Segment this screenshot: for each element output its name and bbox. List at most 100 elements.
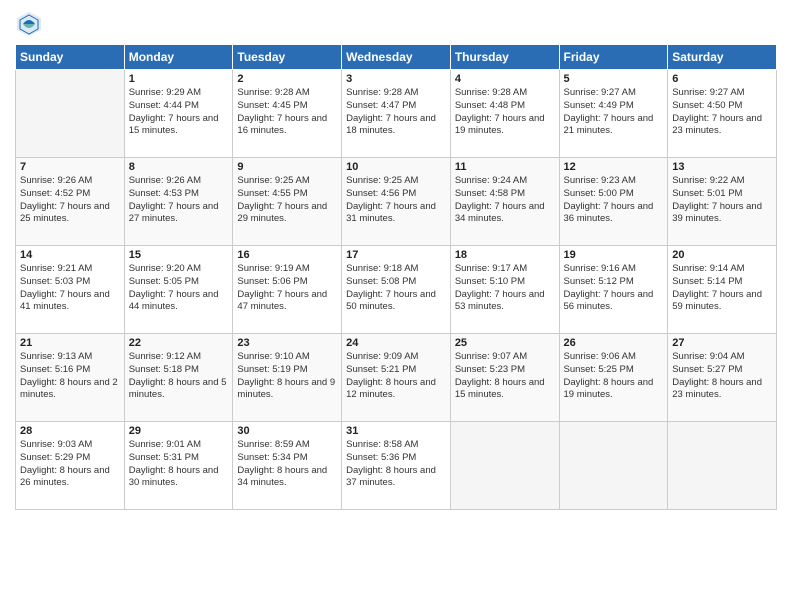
calendar-cell: 22 Sunrise: 9:12 AMSunset: 5:18 PMDaylig… <box>124 334 233 422</box>
calendar-cell <box>450 422 559 510</box>
calendar-cell: 31 Sunrise: 8:58 AMSunset: 5:36 PMDaylig… <box>342 422 451 510</box>
calendar-cell: 25 Sunrise: 9:07 AMSunset: 5:23 PMDaylig… <box>450 334 559 422</box>
day-info: Sunrise: 9:20 AMSunset: 5:05 PMDaylight:… <box>129 263 229 314</box>
calendar-cell: 24 Sunrise: 9:09 AMSunset: 5:21 PMDaylig… <box>342 334 451 422</box>
day-info: Sunrise: 9:25 AMSunset: 4:55 PMDaylight:… <box>237 175 337 226</box>
day-number: 7 <box>20 161 120 173</box>
header-sunday: Sunday <box>16 45 125 70</box>
day-number: 4 <box>455 73 555 85</box>
day-info: Sunrise: 9:06 AMSunset: 5:25 PMDaylight:… <box>564 351 664 402</box>
calendar-cell: 17 Sunrise: 9:18 AMSunset: 5:08 PMDaylig… <box>342 246 451 334</box>
day-info: Sunrise: 9:26 AMSunset: 4:53 PMDaylight:… <box>129 175 229 226</box>
calendar-cell: 28 Sunrise: 9:03 AMSunset: 5:29 PMDaylig… <box>16 422 125 510</box>
day-number: 31 <box>346 425 446 437</box>
day-number: 6 <box>672 73 772 85</box>
day-info: Sunrise: 9:10 AMSunset: 5:19 PMDaylight:… <box>237 351 337 402</box>
day-number: 8 <box>129 161 229 173</box>
day-number: 29 <box>129 425 229 437</box>
day-info: Sunrise: 8:59 AMSunset: 5:34 PMDaylight:… <box>237 439 337 490</box>
day-info: Sunrise: 9:17 AMSunset: 5:10 PMDaylight:… <box>455 263 555 314</box>
calendar-cell: 26 Sunrise: 9:06 AMSunset: 5:25 PMDaylig… <box>559 334 668 422</box>
day-info: Sunrise: 9:07 AMSunset: 5:23 PMDaylight:… <box>455 351 555 402</box>
day-number: 18 <box>455 249 555 261</box>
day-number: 5 <box>564 73 664 85</box>
calendar-cell: 6 Sunrise: 9:27 AMSunset: 4:50 PMDayligh… <box>668 70 777 158</box>
header-friday: Friday <box>559 45 668 70</box>
day-info: Sunrise: 9:27 AMSunset: 4:50 PMDaylight:… <box>672 87 772 138</box>
calendar-cell <box>559 422 668 510</box>
day-info: Sunrise: 9:28 AMSunset: 4:47 PMDaylight:… <box>346 87 446 138</box>
day-info: Sunrise: 9:13 AMSunset: 5:16 PMDaylight:… <box>20 351 120 402</box>
header-saturday: Saturday <box>668 45 777 70</box>
calendar-cell: 30 Sunrise: 8:59 AMSunset: 5:34 PMDaylig… <box>233 422 342 510</box>
day-number: 26 <box>564 337 664 349</box>
day-number: 25 <box>455 337 555 349</box>
calendar-cell: 18 Sunrise: 9:17 AMSunset: 5:10 PMDaylig… <box>450 246 559 334</box>
page-container: SundayMondayTuesdayWednesdayThursdayFrid… <box>0 0 792 520</box>
day-number: 2 <box>237 73 337 85</box>
header-row: SundayMondayTuesdayWednesdayThursdayFrid… <box>16 45 777 70</box>
calendar-cell <box>16 70 125 158</box>
day-info: Sunrise: 9:24 AMSunset: 4:58 PMDaylight:… <box>455 175 555 226</box>
day-number: 12 <box>564 161 664 173</box>
week-row-0: 1 Sunrise: 9:29 AMSunset: 4:44 PMDayligh… <box>16 70 777 158</box>
calendar-cell: 7 Sunrise: 9:26 AMSunset: 4:52 PMDayligh… <box>16 158 125 246</box>
day-number: 20 <box>672 249 772 261</box>
header-thursday: Thursday <box>450 45 559 70</box>
logo-icon <box>15 10 43 38</box>
day-number: 14 <box>20 249 120 261</box>
header <box>15 10 777 38</box>
day-info: Sunrise: 9:28 AMSunset: 4:45 PMDaylight:… <box>237 87 337 138</box>
header-wednesday: Wednesday <box>342 45 451 70</box>
day-info: Sunrise: 9:12 AMSunset: 5:18 PMDaylight:… <box>129 351 229 402</box>
day-info: Sunrise: 9:21 AMSunset: 5:03 PMDaylight:… <box>20 263 120 314</box>
day-info: Sunrise: 9:27 AMSunset: 4:49 PMDaylight:… <box>564 87 664 138</box>
day-number: 13 <box>672 161 772 173</box>
calendar-cell: 20 Sunrise: 9:14 AMSunset: 5:14 PMDaylig… <box>668 246 777 334</box>
day-number: 17 <box>346 249 446 261</box>
day-info: Sunrise: 9:16 AMSunset: 5:12 PMDaylight:… <box>564 263 664 314</box>
day-number: 1 <box>129 73 229 85</box>
header-monday: Monday <box>124 45 233 70</box>
calendar-cell: 15 Sunrise: 9:20 AMSunset: 5:05 PMDaylig… <box>124 246 233 334</box>
day-number: 24 <box>346 337 446 349</box>
calendar-cell: 9 Sunrise: 9:25 AMSunset: 4:55 PMDayligh… <box>233 158 342 246</box>
calendar-cell: 16 Sunrise: 9:19 AMSunset: 5:06 PMDaylig… <box>233 246 342 334</box>
day-info: Sunrise: 9:25 AMSunset: 4:56 PMDaylight:… <box>346 175 446 226</box>
calendar-cell: 29 Sunrise: 9:01 AMSunset: 5:31 PMDaylig… <box>124 422 233 510</box>
day-info: Sunrise: 9:04 AMSunset: 5:27 PMDaylight:… <box>672 351 772 402</box>
day-info: Sunrise: 9:18 AMSunset: 5:08 PMDaylight:… <box>346 263 446 314</box>
day-number: 23 <box>237 337 337 349</box>
calendar-cell: 23 Sunrise: 9:10 AMSunset: 5:19 PMDaylig… <box>233 334 342 422</box>
week-row-1: 7 Sunrise: 9:26 AMSunset: 4:52 PMDayligh… <box>16 158 777 246</box>
day-info: Sunrise: 9:22 AMSunset: 5:01 PMDaylight:… <box>672 175 772 226</box>
calendar-cell: 14 Sunrise: 9:21 AMSunset: 5:03 PMDaylig… <box>16 246 125 334</box>
day-number: 16 <box>237 249 337 261</box>
day-number: 3 <box>346 73 446 85</box>
calendar-cell: 4 Sunrise: 9:28 AMSunset: 4:48 PMDayligh… <box>450 70 559 158</box>
day-number: 19 <box>564 249 664 261</box>
calendar-cell: 8 Sunrise: 9:26 AMSunset: 4:53 PMDayligh… <box>124 158 233 246</box>
day-number: 10 <box>346 161 446 173</box>
logo <box>15 10 47 38</box>
day-number: 11 <box>455 161 555 173</box>
day-info: Sunrise: 9:19 AMSunset: 5:06 PMDaylight:… <box>237 263 337 314</box>
day-info: Sunrise: 9:14 AMSunset: 5:14 PMDaylight:… <box>672 263 772 314</box>
day-number: 30 <box>237 425 337 437</box>
calendar-cell: 1 Sunrise: 9:29 AMSunset: 4:44 PMDayligh… <box>124 70 233 158</box>
day-info: Sunrise: 9:28 AMSunset: 4:48 PMDaylight:… <box>455 87 555 138</box>
calendar-cell: 21 Sunrise: 9:13 AMSunset: 5:16 PMDaylig… <box>16 334 125 422</box>
calendar-cell: 3 Sunrise: 9:28 AMSunset: 4:47 PMDayligh… <box>342 70 451 158</box>
week-row-3: 21 Sunrise: 9:13 AMSunset: 5:16 PMDaylig… <box>16 334 777 422</box>
day-number: 27 <box>672 337 772 349</box>
header-tuesday: Tuesday <box>233 45 342 70</box>
calendar-cell <box>668 422 777 510</box>
day-number: 21 <box>20 337 120 349</box>
day-info: Sunrise: 9:01 AMSunset: 5:31 PMDaylight:… <box>129 439 229 490</box>
calendar-table: SundayMondayTuesdayWednesdayThursdayFrid… <box>15 44 777 510</box>
day-info: Sunrise: 9:26 AMSunset: 4:52 PMDaylight:… <box>20 175 120 226</box>
day-number: 28 <box>20 425 120 437</box>
calendar-cell: 2 Sunrise: 9:28 AMSunset: 4:45 PMDayligh… <box>233 70 342 158</box>
day-number: 15 <box>129 249 229 261</box>
week-row-2: 14 Sunrise: 9:21 AMSunset: 5:03 PMDaylig… <box>16 246 777 334</box>
